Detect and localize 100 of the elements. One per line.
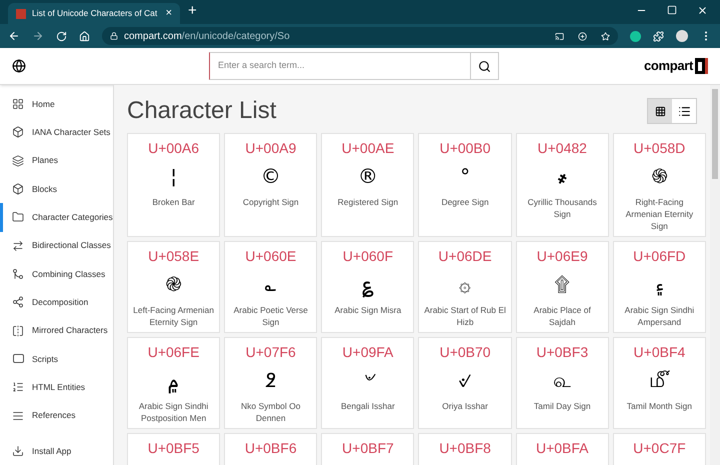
arrows-icon: [12, 240, 24, 252]
favicon-icon: [16, 8, 26, 18]
character-card[interactable]: U+0BF4 ௴ Tamil Month Sign: [612, 337, 706, 429]
code-point: U+06DE: [438, 247, 492, 266]
puzzle-icon[interactable]: [653, 30, 664, 42]
address-field[interactable]: compart.com/en/unicode/category/So: [102, 27, 618, 45]
character-card[interactable]: U+0BF6: [224, 433, 318, 465]
character-name: Cyrillic Thousands Sign: [526, 196, 598, 220]
character-card[interactable]: U+06FE ۾ Arabic Sign Sindhi Postposition Men: [127, 337, 220, 429]
sidebar-item[interactable]: IANA Character Sets: [0, 118, 113, 147]
close-icon[interactable]: [697, 5, 708, 16]
character-name: Arabic Start of Rub El Hizb: [423, 304, 507, 328]
character-card[interactable]: U+0BF7: [321, 433, 414, 465]
sidebar-item[interactable]: Blocks: [0, 174, 113, 204]
character-card[interactable]: U+00B0 ° Degree Sign: [418, 133, 512, 237]
character-card[interactable]: U+09FA ৺ Bengali Isshar: [321, 337, 414, 429]
character-card[interactable]: U+060F ؏ Arabic Sign Misra: [321, 241, 414, 333]
sidebar-item[interactable]: Combining Classes: [0, 260, 113, 288]
character-name: Oriya Isshar: [442, 400, 488, 412]
character-glyph: ۩: [554, 271, 570, 298]
url-text: compart.com/en/unicode/category/So: [124, 30, 290, 44]
tab-title: List of Unicode Characters of Cat: [32, 7, 158, 20]
extension-icon[interactable]: [630, 30, 641, 42]
character-card[interactable]: U+0482 ҂ Cyrillic Thousands Sign: [516, 133, 609, 237]
maximize-icon[interactable]: [667, 5, 677, 15]
box-icon: [12, 126, 24, 138]
page-title: Character List: [127, 96, 276, 126]
character-card[interactable]: U+00AE ® Registered Sign: [321, 133, 414, 237]
tab-close-button[interactable]: ×: [166, 5, 172, 22]
character-name: Broken Bar: [152, 196, 195, 208]
branch-icon: [12, 296, 24, 308]
reload-icon[interactable]: [56, 30, 67, 42]
add-icon[interactable]: [578, 32, 587, 40]
character-name: Degree Sign: [441, 196, 489, 208]
code-point: U+0BF4: [634, 343, 686, 362]
avatar-icon[interactable]: [676, 30, 688, 42]
character-glyph: ୰: [458, 367, 472, 394]
character-card[interactable]: U+06FD ۽ Arabic Sign Sindhi Ampersand: [612, 241, 706, 333]
character-card[interactable]: U+0BF3 ௳ Tamil Day Sign: [516, 337, 609, 429]
grid-view-button[interactable]: [648, 99, 672, 123]
character-name: Bengali Isshar: [340, 400, 395, 412]
character-card[interactable]: U+060E ؎ Arabic Poetic Verse Sign: [224, 241, 318, 333]
code-point: U+0BF3: [536, 343, 588, 362]
code-point: U+07F6: [246, 343, 296, 362]
code-point: U+0BF8: [439, 439, 491, 458]
sidebar-item[interactable]: Home: [0, 90, 113, 118]
character-card[interactable]: U+06E9 ۩ Arabic Place of Sajdah: [516, 241, 609, 333]
cast-icon[interactable]: [555, 32, 564, 40]
character-glyph: ௳: [553, 367, 572, 394]
character-card[interactable]: U+0BFA: [516, 433, 609, 465]
code-point: U+0BF6: [244, 439, 297, 458]
character-card[interactable]: U+00A6 ¦ Broken Bar: [127, 133, 220, 237]
character-name: Copyright Sign: [242, 196, 299, 208]
character-name: Right-Facing Armenian Eternity Sign: [624, 196, 694, 232]
code-point: U+00A6: [148, 139, 200, 158]
character-name: Arabic Sign Misra: [334, 304, 402, 316]
character-card[interactable]: U+0B70 ୰ Oriya Isshar: [418, 337, 512, 429]
character-card[interactable]: U+058D ֍ Right-Facing Armenian Eternity Sign: [612, 133, 706, 237]
browser-tab[interactable]: List of Unicode Characters of Cat ×: [8, 3, 180, 24]
sidebar-item[interactable]: References: [0, 401, 113, 430]
code-point: U+0482: [538, 139, 587, 158]
code-point: U+06FD: [633, 247, 686, 266]
lock-icon: [110, 32, 118, 40]
character-card[interactable]: U+00A9 © Copyright Sign: [224, 133, 318, 237]
code-point: U+0B70: [440, 343, 491, 362]
code-point: U+058E: [148, 247, 200, 266]
character-glyph: ؏: [362, 271, 374, 300]
character-glyph: ۞: [459, 271, 472, 298]
character-card[interactable]: U+07F6 ߶ Nko Symbol Oo Dennen: [224, 337, 318, 429]
back-icon[interactable]: [8, 30, 20, 42]
character-card[interactable]: U+0BF8: [418, 433, 512, 465]
character-card[interactable]: U+0BF5: [127, 433, 220, 465]
sidebar-item[interactable]: Planes: [0, 146, 113, 175]
search-field[interactable]: Enter a search term...: [208, 52, 499, 80]
code-point: U+0BFA: [536, 439, 588, 458]
star-icon[interactable]: [601, 32, 610, 40]
search-input[interactable]: Enter a search term...: [210, 59, 470, 73]
sidebar-item[interactable]: HTML Entities: [0, 373, 113, 402]
character-glyph: ৺: [362, 367, 374, 394]
character-card[interactable]: U+058E ֎ Left-Facing Armenian Eternity Sign: [127, 241, 220, 333]
sidebar-item[interactable]: Install App: [0, 436, 113, 465]
list-view-button[interactable]: [672, 99, 696, 123]
grid-icon: [654, 106, 666, 116]
new-tab-button[interactable]: +: [188, 0, 197, 22]
sidebar-item[interactable]: Mirrored Characters: [0, 316, 113, 345]
sidebar-item[interactable]: Scripts: [0, 344, 113, 374]
code-point: U+06E9: [536, 247, 588, 266]
scrollbar[interactable]: [710, 85, 720, 465]
globe-icon[interactable]: [12, 59, 26, 73]
character-card[interactable]: U+06DE ۞ Arabic Start of Rub El Hizb: [418, 241, 512, 333]
folder-icon: [12, 211, 24, 224]
character-card[interactable]: U+0C7F: [612, 433, 706, 465]
sidebar-item[interactable]: Decomposition: [0, 288, 113, 316]
code-point: U+0C7F: [633, 439, 686, 458]
character-glyph: °: [460, 163, 470, 190]
logo-text: compart: [644, 57, 693, 76]
sidebar-item[interactable]: Bidirectional Classes: [0, 232, 113, 260]
character-name: Tamil Month Sign: [626, 400, 692, 412]
code-point: U+09FA: [342, 343, 394, 362]
home-icon[interactable]: [79, 30, 90, 42]
